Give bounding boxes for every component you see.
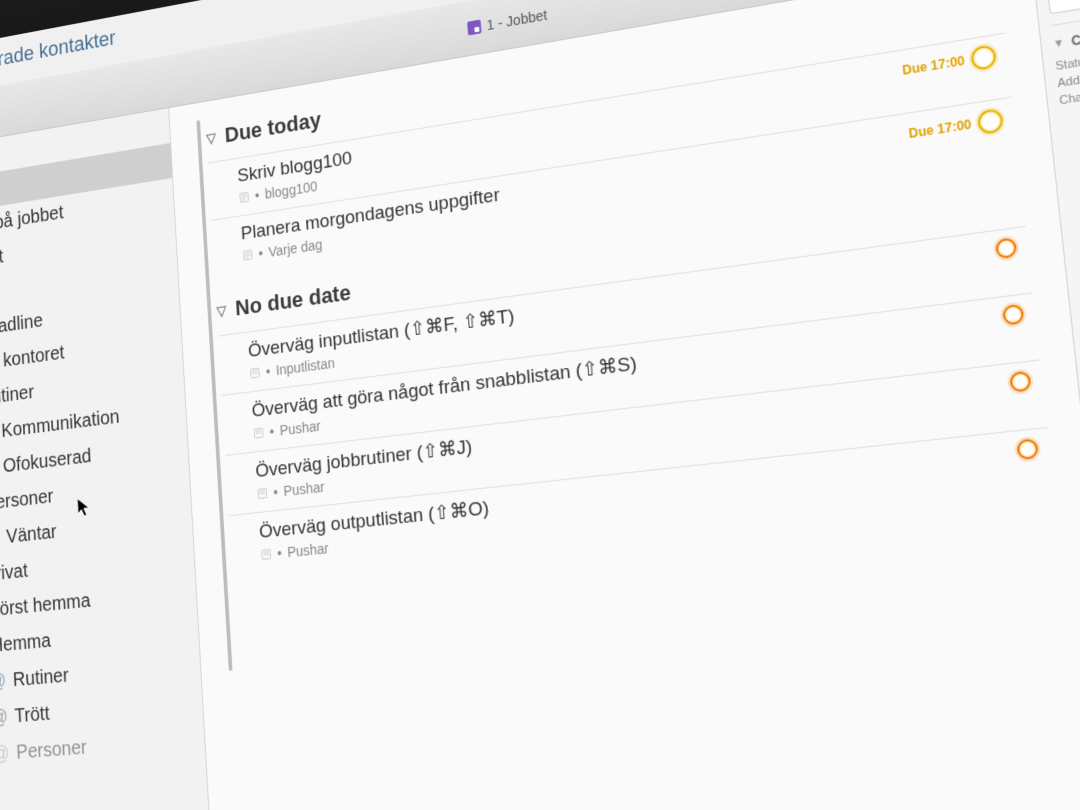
task-project: Pushar xyxy=(283,479,325,500)
note-icon xyxy=(242,249,254,262)
task-due-label: Due 17:00 xyxy=(908,117,972,141)
task-status-circle-icon[interactable] xyxy=(995,237,1017,259)
inspector-status-label: Status xyxy=(1055,55,1080,74)
task-project: Pushar xyxy=(279,418,321,439)
note-icon xyxy=(257,487,269,500)
note-icon xyxy=(260,548,272,561)
disclosure-triangle-icon[interactable]: ▽ xyxy=(216,302,227,320)
task-project: Pushar xyxy=(287,540,329,560)
note-icon xyxy=(253,426,265,439)
main-content: ▽ Due today Due 17:00 Skriv blogg100 • b… xyxy=(169,0,1080,810)
window-title-text: 1 - Jobbet xyxy=(486,6,548,32)
task-status-circle-icon[interactable] xyxy=(970,44,997,71)
disclosure-triangle-icon[interactable]: ▽ xyxy=(206,129,217,147)
inspector-added-label: Added xyxy=(1057,72,1080,91)
task-status-circle-icon[interactable] xyxy=(977,108,1004,135)
task-due-label: Due 17:00 xyxy=(902,53,966,78)
note-icon xyxy=(249,366,261,379)
section-due-today-label: Due today xyxy=(224,107,322,148)
window-title: 1 - Jobbet xyxy=(467,6,548,36)
inspector-title-field[interactable] xyxy=(1047,0,1080,14)
note-icon xyxy=(238,191,249,204)
doc-icon xyxy=(467,19,481,35)
task-status-circle-icon[interactable] xyxy=(1016,438,1039,460)
task-status-circle-icon[interactable] xyxy=(1002,304,1025,326)
task-status-circle-icon[interactable] xyxy=(1009,371,1032,393)
section-no-due-date-label: No due date xyxy=(235,280,352,322)
